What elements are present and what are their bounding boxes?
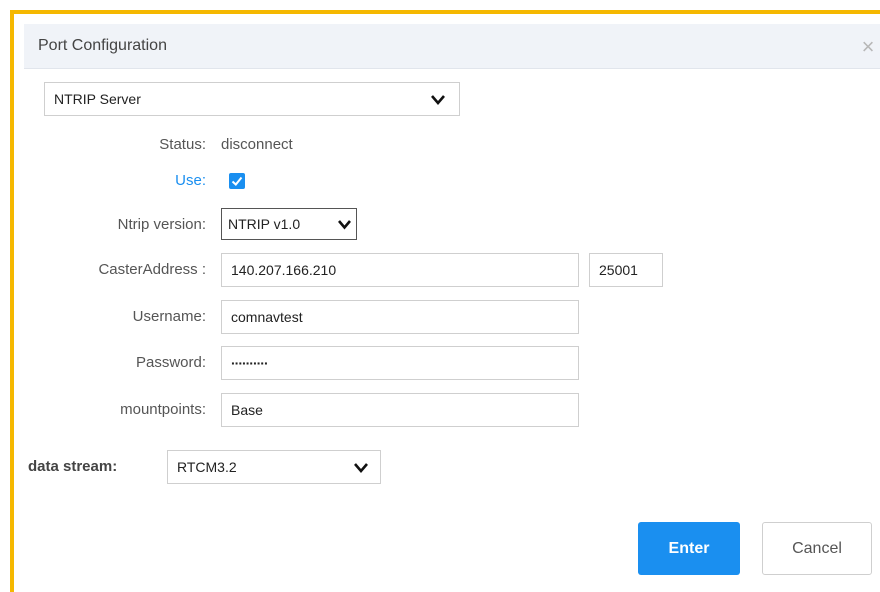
data-stream-select[interactable]: RTCM3.2 (167, 450, 381, 484)
data-stream-label: data stream: (28, 458, 118, 475)
mountpoints-input[interactable]: Base (221, 393, 579, 427)
port-configuration-dialog: Port Configuration × NTRIP Server Status… (14, 14, 880, 592)
caster-address-input[interactable]: 140.207.166.210 (221, 253, 579, 287)
status-value: disconnect (221, 136, 293, 153)
dialog-titlebar: Port Configuration × (24, 24, 880, 69)
chevron-down-icon (431, 95, 445, 105)
username-input[interactable]: comnavtest (221, 300, 579, 334)
cancel-button[interactable]: Cancel (762, 522, 872, 575)
dialog-title: Port Configuration (38, 37, 167, 54)
chevron-down-icon (338, 220, 351, 230)
ntrip-version-label: Ntrip version: (117, 216, 206, 233)
chevron-down-icon (354, 463, 368, 473)
username-label: Username: (132, 308, 206, 325)
data-stream-value: RTCM3.2 (177, 459, 237, 475)
use-label: Use: (175, 172, 206, 189)
mode-select[interactable]: NTRIP Server (44, 82, 460, 116)
check-icon (231, 176, 243, 186)
enter-button[interactable]: Enter (638, 522, 740, 575)
password-input[interactable]: ·········· (221, 346, 579, 380)
ntrip-version-value: NTRIP v1.0 (228, 216, 301, 232)
use-checkbox[interactable] (229, 173, 245, 189)
mode-select-value: NTRIP Server (54, 91, 141, 107)
status-label: Status: (159, 136, 206, 153)
caster-port-input[interactable]: 25001 (589, 253, 663, 287)
ntrip-version-select[interactable]: NTRIP v1.0 (221, 208, 357, 240)
close-icon[interactable]: × (856, 36, 880, 60)
password-label: Password: (135, 354, 206, 371)
mountpoints-label: mountpoints: (120, 401, 206, 418)
caster-address-label: CasterAddress : (98, 261, 206, 278)
